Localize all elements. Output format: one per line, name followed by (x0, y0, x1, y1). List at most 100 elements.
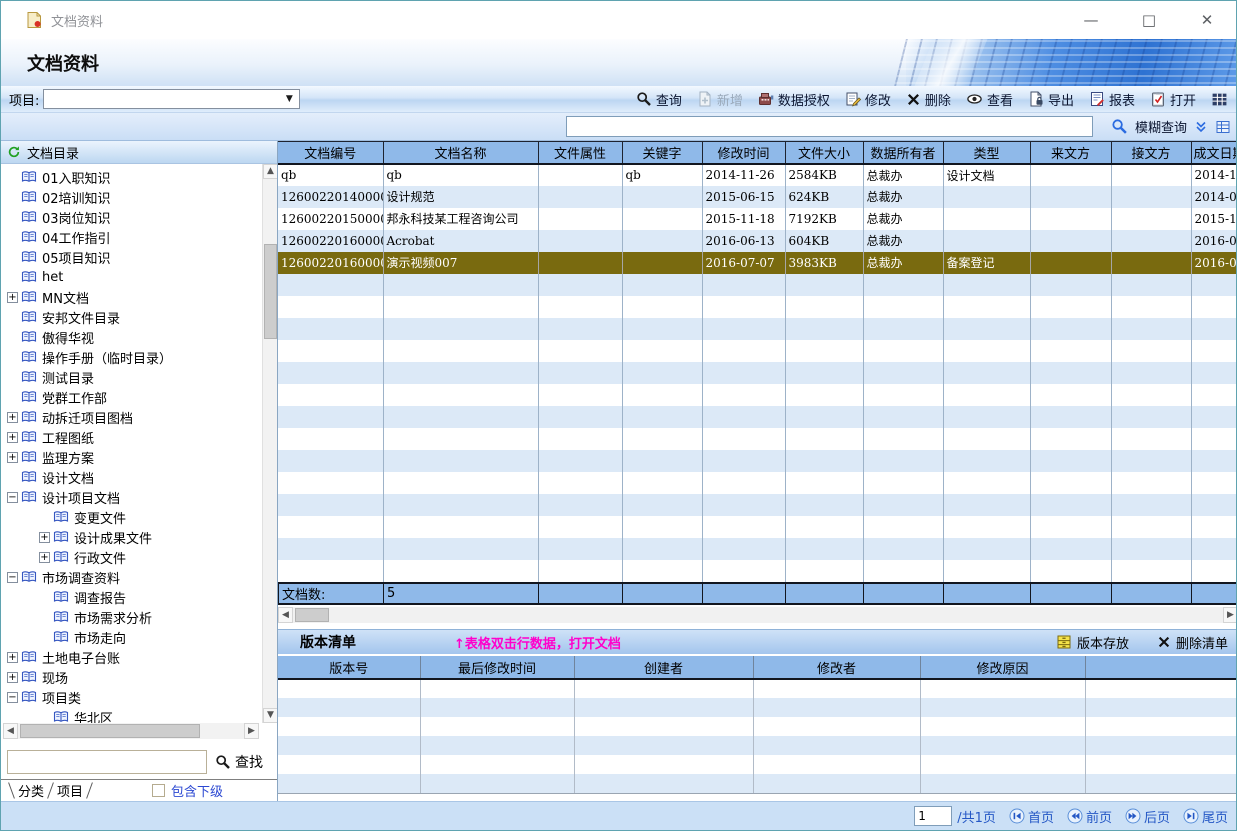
page-next-button[interactable]: 后页 (1125, 807, 1170, 826)
scroll-thumb[interactable] (264, 244, 277, 339)
tree-item[interactable]: 操作手册（临时目录） (1, 347, 262, 367)
version-col-header[interactable]: 修改原因 (920, 656, 1085, 679)
scroll-down-arrow[interactable]: ▼ (263, 708, 277, 723)
version-empty-row[interactable] (278, 755, 1237, 774)
doc-row[interactable]: 12600220140000设计规范2015-06-15624KB总裁办2014… (278, 186, 1237, 208)
tree-find-input[interactable] (7, 750, 207, 774)
version-col-header[interactable]: 创建者 (574, 656, 753, 679)
tree-expander-minus[interactable]: − (7, 492, 18, 503)
grid-icon[interactable] (1211, 91, 1228, 108)
project-select[interactable]: ▼ (43, 89, 300, 109)
toolbar-report-button[interactable]: 报表 (1089, 90, 1135, 109)
tree-item[interactable]: +土地电子台账 (1, 647, 262, 667)
scroll-thumb[interactable] (20, 724, 200, 738)
tree-vertical-scrollbar[interactable]: ▲ ▼ (262, 164, 277, 723)
doc-empty-row[interactable] (278, 472, 1237, 494)
tree-item[interactable]: het (1, 267, 262, 287)
doc-row[interactable]: 12600220150000邦永科技某工程咨询公司2015-11-187192K… (278, 208, 1237, 230)
tree-item[interactable]: −市场调查资料 (1, 567, 262, 587)
page-number-input[interactable] (914, 806, 952, 826)
tree-item[interactable]: 05项目知识 (1, 247, 262, 267)
tree-item[interactable]: 调查报告 (1, 587, 262, 607)
column-settings-icon[interactable] (1215, 119, 1231, 135)
tree-item[interactable]: 市场需求分析 (1, 607, 262, 627)
doc-empty-row[interactable] (278, 560, 1237, 582)
doc-row[interactable]: 12600220160000演示视频0072016-07-073983KB总裁办… (278, 252, 1237, 274)
doc-col-header[interactable]: 成文日期 (1191, 142, 1237, 164)
tree-expander-minus[interactable]: − (7, 572, 18, 583)
maximize-button[interactable]: □ (1120, 1, 1178, 39)
fuzzy-search-icon[interactable] (1111, 118, 1128, 135)
page-first-button[interactable]: 首页 (1009, 807, 1054, 826)
doc-col-header[interactable]: 数据所有者 (863, 142, 943, 164)
fuzzy-search-input[interactable] (566, 116, 1093, 137)
version-empty-row[interactable] (278, 717, 1237, 736)
tree-expander-plus[interactable]: + (7, 412, 18, 423)
tree-item[interactable]: 04工作指引 (1, 227, 262, 247)
doc-empty-row[interactable] (278, 538, 1237, 560)
close-button[interactable]: ✕ (1178, 1, 1236, 39)
tab-project[interactable]: 项目 (57, 781, 83, 800)
doc-col-header[interactable]: 来文方 (1030, 142, 1111, 164)
version-col-header[interactable]: 最后修改时间 (420, 656, 574, 679)
doc-col-header[interactable]: 文档编号 (278, 142, 383, 164)
toolbar-open-button[interactable]: 打开 (1150, 90, 1196, 109)
fuzzy-query-label[interactable]: 模糊查询 (1135, 117, 1187, 136)
version-empty-row[interactable] (278, 698, 1237, 717)
tree-expander-plus[interactable]: + (39, 532, 50, 543)
tree-item[interactable]: +监理方案 (1, 447, 262, 467)
version-empty-row[interactable] (278, 736, 1237, 755)
tree-item[interactable]: 安邦文件目录 (1, 307, 262, 327)
page-last-button[interactable]: 尾页 (1183, 807, 1228, 826)
find-button[interactable]: 查找 (215, 752, 263, 772)
tree-expander-minus[interactable]: − (7, 692, 18, 703)
tree-horizontal-scrollbar[interactable]: ◀ ▶ (3, 723, 259, 739)
doc-empty-row[interactable] (278, 384, 1237, 406)
tree-expander-plus[interactable]: + (7, 432, 18, 443)
toolbar-modify-button[interactable]: 修改 (845, 90, 891, 109)
toolbar-authorize-button[interactable]: 数据授权 (758, 90, 830, 109)
include-sub-checkbox[interactable] (152, 784, 165, 797)
doc-empty-row[interactable] (278, 362, 1237, 384)
doc-empty-row[interactable] (278, 274, 1237, 296)
tree-item[interactable]: +现场 (1, 667, 262, 687)
tree-item[interactable]: 华北区 (1, 707, 262, 723)
doc-col-header[interactable]: 类型 (943, 142, 1030, 164)
version-store-button[interactable]: 版本存放 (1056, 633, 1129, 652)
doc-empty-row[interactable] (278, 428, 1237, 450)
refresh-icon[interactable] (7, 145, 21, 159)
toolbar-export-button[interactable]: 导出 (1028, 90, 1074, 109)
scroll-up-arrow[interactable]: ▲ (263, 164, 277, 179)
chevron-down-icon[interactable] (1194, 120, 1208, 134)
page-prev-button[interactable]: 前页 (1067, 807, 1112, 826)
tree-item[interactable]: −设计项目文档 (1, 487, 262, 507)
toolbar-delete-button[interactable]: 删除 (906, 90, 951, 109)
tree-expander-plus[interactable]: + (7, 452, 18, 463)
doc-col-header[interactable]: 文档名称 (383, 142, 538, 164)
doc-empty-row[interactable] (278, 296, 1237, 318)
tree-item[interactable]: 变更文件 (1, 507, 262, 527)
toolbar-query-button[interactable]: 查询 (636, 90, 682, 109)
scroll-thumb[interactable] (295, 608, 329, 622)
doc-row[interactable]: 12600220160000Acrobat2016-06-13604KB总裁办2… (278, 230, 1237, 252)
tree-item[interactable]: +行政文件 (1, 547, 262, 567)
version-col-header[interactable]: 修改者 (753, 656, 920, 679)
tree-item[interactable]: 测试目录 (1, 367, 262, 387)
tree-item[interactable]: 设计文档 (1, 467, 262, 487)
tree-item[interactable]: +MN文档 (1, 287, 262, 307)
doc-empty-row[interactable] (278, 340, 1237, 362)
tree-item[interactable]: +动拆迁项目图档 (1, 407, 262, 427)
tree-item[interactable]: 傲得华视 (1, 327, 262, 347)
doc-empty-row[interactable] (278, 450, 1237, 472)
include-sub-label[interactable]: 包含下级 (171, 781, 223, 800)
version-clear-button[interactable]: 删除清单 (1157, 633, 1228, 652)
doc-col-header[interactable]: 文件大小 (785, 142, 863, 164)
toolbar-view-button[interactable]: 查看 (966, 90, 1013, 109)
tree-item[interactable]: +工程图纸 (1, 427, 262, 447)
doc-empty-row[interactable] (278, 318, 1237, 340)
doc-empty-row[interactable] (278, 516, 1237, 538)
tree-item[interactable]: 党群工作部 (1, 387, 262, 407)
version-empty-row[interactable] (278, 774, 1237, 793)
doc-empty-row[interactable] (278, 494, 1237, 516)
version-empty-row[interactable] (278, 679, 1237, 698)
